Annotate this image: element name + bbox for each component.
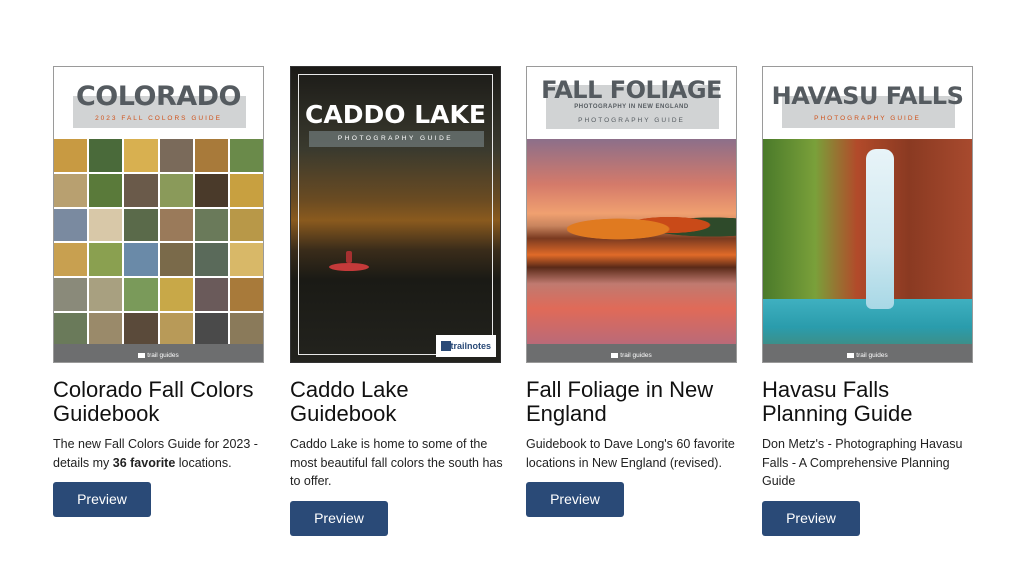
cover-title: COLORADO [75,81,242,112]
card-description: Caddo Lake is home to some of the most b… [290,437,503,488]
cover-subtitle: 2023 FALL COLORS GUIDE [95,115,222,122]
cover-logo: trail guides [763,352,972,359]
guidebook-card-havasu-falls: HAVASU FALLS PHOTOGRAPHY GUIDE trail gui… [762,66,974,536]
cover-image-colorado[interactable]: COLORADO 2023 FALL COLORS GUIDE trail gu… [53,66,264,363]
cover-image-fall-foliage[interactable]: FALL FOLIAGE PHOTOGRAPHY IN NEW ENGLAND … [526,66,737,363]
cover-header: HAVASU FALLS PHOTOGRAPHY GUIDE [763,67,972,139]
cover-title: CADDO LAKE [305,100,486,129]
cover-photo-trees [567,205,736,245]
preview-button[interactable]: Preview [53,482,151,517]
cover-image-caddo-lake[interactable]: CADDO LAKE PHOTOGRAPHY GUIDE trailnotes [290,66,501,363]
cover-header: COLORADO 2023 FALL COLORS GUIDE [54,67,263,139]
card-description: The new Fall Colors Guide for 2023 - det… [53,437,258,470]
card-title[interactable]: Caddo Lake Guidebook [290,378,505,426]
card-title[interactable]: Havasu Falls Planning Guide [762,378,977,426]
guidebook-card-fall-foliage: FALL FOLIAGE PHOTOGRAPHY IN NEW ENGLAND … [526,66,738,517]
cover-photo-waterfall [866,149,894,309]
cover-photo-grid [54,139,263,346]
cover-title: HAVASU FALLS [771,82,964,110]
cover-subtitle: PHOTOGRAPHY GUIDE [337,135,454,142]
card-title[interactable]: Fall Foliage in New England [526,378,741,426]
card-description: Don Metz's - Photographing Havasu Falls … [762,437,963,488]
card-title[interactable]: Colorado Fall Colors Guidebook [53,378,268,426]
cover-tagline: PHOTOGRAPHY IN NEW ENGLAND [574,104,689,110]
card-description: Guidebook to Dave Long's 60 favorite loc… [526,437,735,470]
guidebook-card-colorado: COLORADO 2023 FALL COLORS GUIDE trail gu… [53,66,265,517]
preview-button[interactable]: Preview [290,500,388,536]
cover-logo: trail guides [527,352,736,359]
preview-button[interactable]: Preview [762,500,860,536]
cover-subtitle: PHOTOGRAPHY GUIDE [578,117,685,124]
kayaker [346,251,352,263]
guidebook-card-caddo-lake: CADDO LAKE PHOTOGRAPHY GUIDE trailnotes … [290,66,505,536]
preview-button[interactable]: Preview [526,482,624,517]
cover-subtitle: PHOTOGRAPHY GUIDE [814,115,921,122]
cover-image-havasu-falls[interactable]: HAVASU FALLS PHOTOGRAPHY GUIDE trail gui… [762,66,973,363]
kayak [329,263,369,271]
cover-header: FALL FOLIAGE PHOTOGRAPHY IN NEW ENGLAND … [527,67,736,139]
cover-title: FALL FOLIAGE [541,76,722,104]
cover-logo: trailnotes [436,335,496,357]
cover-logo: trail guides [54,352,263,359]
